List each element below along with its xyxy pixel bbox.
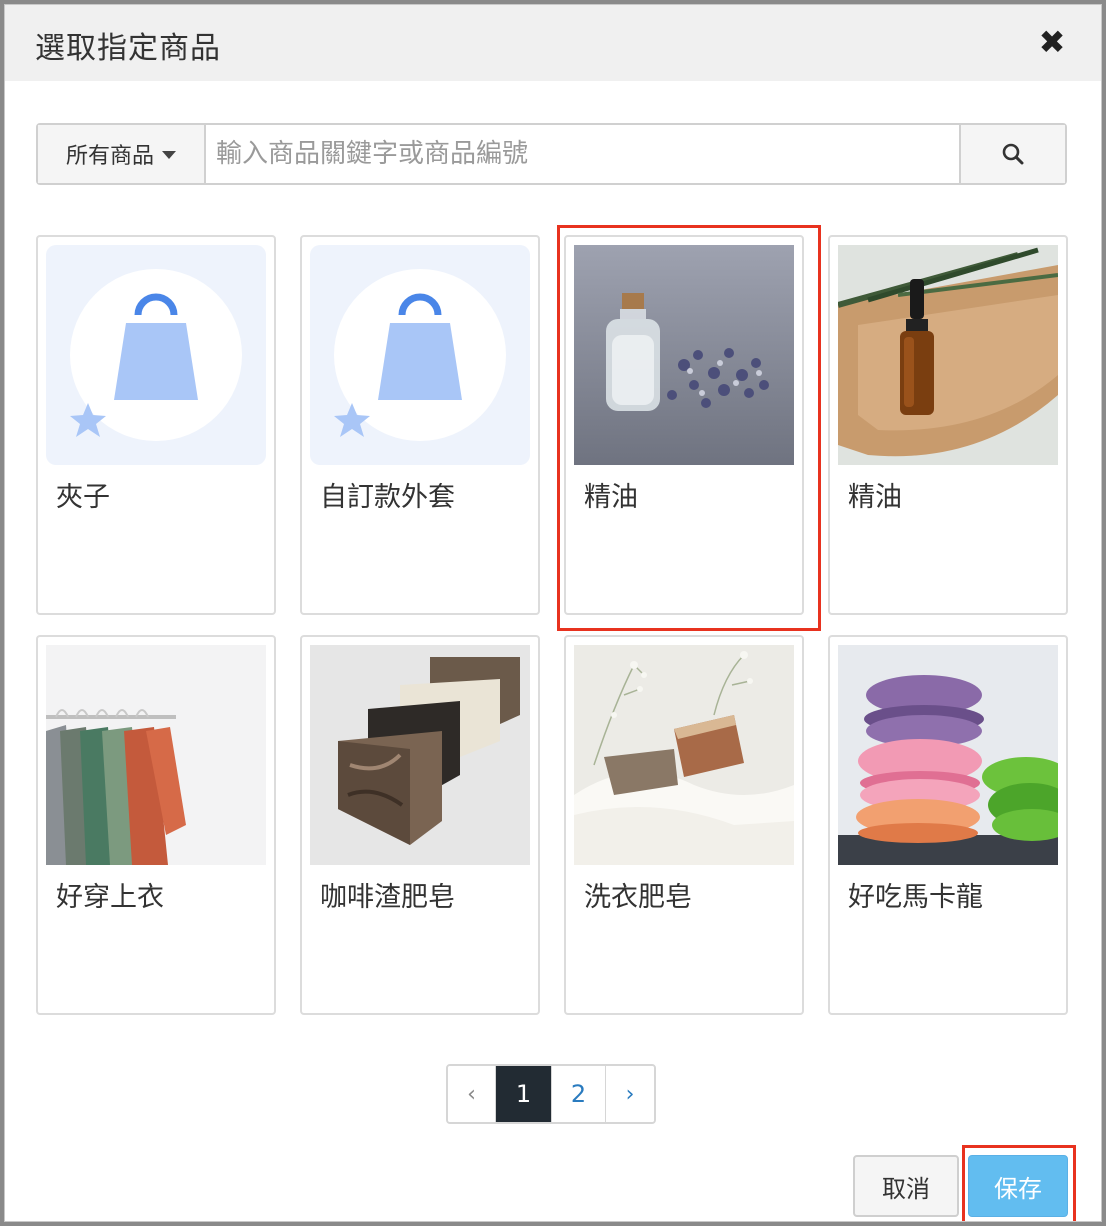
prev-page-button[interactable]: ‹ [448, 1066, 496, 1122]
search-icon [1002, 143, 1024, 165]
save-button[interactable]: 保存 [968, 1155, 1068, 1217]
product-card[interactable]: 好吃馬卡龍 [828, 635, 1068, 1015]
product-card[interactable]: 咖啡渣肥皂 [300, 635, 540, 1015]
product-name: 夾子 [56, 482, 110, 513]
product-name: 好吃馬卡龍 [848, 882, 983, 913]
cancel-button[interactable]: 取消 [853, 1155, 959, 1217]
product-card[interactable]: 洗衣肥皂 [564, 635, 804, 1015]
dialog-header: 選取指定商品 ✖ [5, 5, 1101, 81]
close-button[interactable]: ✖ [1037, 23, 1067, 61]
product-card[interactable]: 精油 [828, 235, 1068, 615]
search-bar: 所有商品 [36, 123, 1067, 185]
close-icon: ✖ [1038, 23, 1066, 61]
dialog-title: 選取指定商品 [35, 31, 221, 66]
page-2-button[interactable]: 2 [552, 1066, 606, 1122]
caret-down-icon [162, 151, 176, 159]
essential-oil-dropper-photo [838, 245, 1058, 465]
search-input[interactable] [206, 125, 959, 183]
product-name: 精油 [848, 482, 902, 513]
soap-bars-photo [310, 645, 530, 865]
search-button[interactable] [959, 125, 1065, 183]
next-page-button[interactable]: › [606, 1066, 654, 1122]
page-1-button[interactable]: 1 [496, 1066, 552, 1122]
product-name: 洗衣肥皂 [584, 882, 692, 913]
clothes-rack-photo [46, 645, 266, 865]
category-filter-label: 所有商品 [65, 144, 154, 169]
product-name: 自訂款外套 [320, 482, 455, 513]
macarons-photo [838, 645, 1058, 865]
product-name: 咖啡渣肥皂 [320, 882, 455, 913]
product-card-highlighted[interactable]: 精油 [557, 225, 821, 631]
pagination: ‹ 1 2 › [446, 1064, 656, 1124]
category-filter-dropdown[interactable]: 所有商品 [38, 125, 206, 183]
essential-oil-lavender-photo [574, 245, 794, 465]
placeholder-bag-icon [310, 245, 530, 465]
select-product-dialog: 選取指定商品 ✖ 所有商品 輸入商品關鍵字或商品編號 夾子 自訂款外套 精油 精… [4, 4, 1102, 1222]
laundry-soap-photo [574, 645, 794, 865]
placeholder-bag-icon [46, 245, 266, 465]
product-card[interactable]: 好穿上衣 [36, 635, 276, 1015]
product-name: 精油 [584, 482, 638, 513]
product-card[interactable]: 夾子 [36, 235, 276, 615]
product-name: 好穿上衣 [56, 882, 164, 913]
product-card[interactable]: 自訂款外套 [300, 235, 540, 615]
